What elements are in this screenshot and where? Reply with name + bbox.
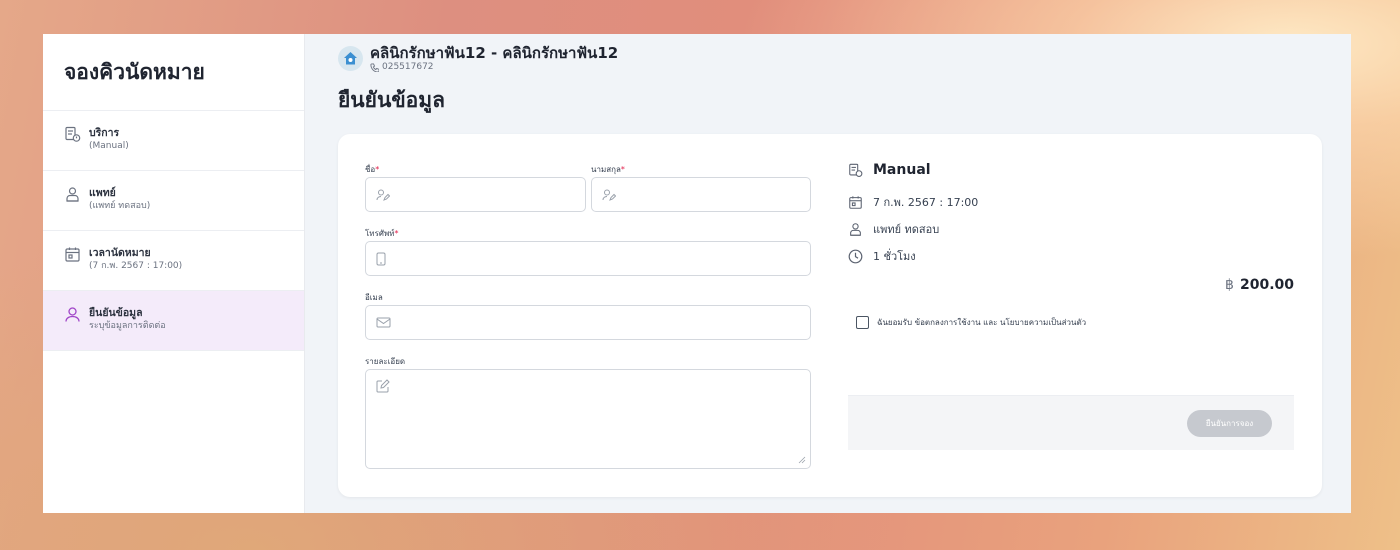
detail-textarea[interactable] [365, 369, 811, 469]
main-content: คลินิกรักษาฟัน12 - คลินิกรักษาฟัน12 0255… [305, 34, 1351, 513]
service-icon [848, 163, 863, 178]
first-name-label: ชื่อ* [365, 165, 380, 174]
email-label: อีเมล [365, 293, 383, 302]
agreement-row: ฉันยอมรับ ข้อตกลงการใช้งาน และ นโยบายควา… [856, 316, 1086, 329]
clinic-name: คลินิกรักษาฟัน12 - คลินิกรักษาฟัน12 [370, 44, 619, 62]
agree-checkbox[interactable] [856, 316, 869, 329]
page-title: ยืนยันข้อมูล [338, 88, 445, 112]
calendar-icon [64, 246, 81, 263]
last-name-field[interactable] [591, 177, 811, 212]
user-edit-icon [602, 189, 616, 201]
step-label: บริการ [89, 127, 120, 139]
summary-footer: ยืนยันการจอง [848, 395, 1294, 450]
summary-duration-text: 1 ชั่วโมง [873, 250, 916, 263]
summary-doctor: แพทย์ ทดสอบ [848, 220, 939, 238]
first-name-field[interactable] [365, 177, 586, 212]
step-sub: (แพทย์ ทดสอบ) [89, 201, 151, 211]
email-field[interactable] [365, 305, 811, 340]
clinic-phone: 025517672 [370, 62, 618, 73]
step-label: เวลานัดหมาย [89, 247, 151, 259]
confirm-booking-button[interactable]: ยืนยันการจอง [1187, 410, 1272, 437]
sidebar: จองคิวนัดหมาย บริการ (Manual) แพทย์ (แพท… [43, 34, 305, 513]
summary-datetime-text: 7 ก.พ. 2567 : 17:00 [873, 196, 979, 209]
mail-icon [376, 317, 391, 328]
summary-price: ฿ 200.00 [1225, 277, 1294, 293]
phone-label: โทรศัพท์* [365, 229, 399, 238]
summary-doctor-text: แพทย์ ทดสอบ [873, 223, 940, 236]
edit-icon [376, 379, 390, 393]
service-icon [64, 126, 81, 143]
sidebar-step-doctor[interactable]: แพทย์ (แพทย์ ทดสอบ) [43, 171, 304, 231]
summary-duration: 1 ชั่วโมง [848, 247, 916, 265]
agreement-text: ฉันยอมรับ ข้อตกลงการใช้งาน และ นโยบายควา… [877, 318, 1087, 327]
summary-service-name: Manual [873, 162, 931, 178]
sidebar-step-time[interactable]: เวลานัดหมาย (7 ก.พ. 2567 : 17:00) [43, 231, 304, 291]
price-value: 200.00 [1239, 277, 1294, 293]
doctor-icon [64, 186, 81, 203]
clock-icon [848, 249, 863, 264]
doctor-icon [848, 222, 863, 237]
mobile-icon [376, 252, 386, 265]
phone-field[interactable] [365, 241, 811, 276]
user-edit-icon [376, 189, 390, 201]
calendar-icon [848, 195, 863, 210]
step-sub: (7 ก.พ. 2567 : 17:00) [89, 261, 183, 271]
user-icon [64, 306, 81, 323]
summary-service: Manual [848, 162, 931, 178]
last-name-label: นามสกุล* [591, 165, 625, 174]
currency-symbol: ฿ [1225, 277, 1234, 293]
detail-label: รายละเอียด [365, 357, 406, 366]
step-sub: (Manual) [89, 141, 129, 151]
step-sub: ระบุข้อมูลการติดต่อ [89, 321, 166, 331]
summary-datetime: 7 ก.พ. 2567 : 17:00 [848, 193, 978, 211]
step-label: ยืนยันข้อมูล [89, 307, 143, 319]
clinic-phone-number: 025517672 [382, 62, 434, 72]
step-label: แพทย์ [89, 187, 116, 199]
booking-app: จองคิวนัดหมาย บริการ (Manual) แพทย์ (แพท… [43, 34, 1351, 513]
phone-icon [370, 63, 379, 72]
clinic-logo-icon [338, 46, 363, 71]
resize-handle-icon[interactable] [798, 456, 806, 464]
clinic-header: คลินิกรักษาฟัน12 - คลินิกรักษาฟัน12 0255… [338, 44, 618, 73]
form-card: ชื่อ* นามสกุล* โทรศัพท์* อีเมล รายละเอีย… [338, 134, 1322, 497]
sidebar-step-service[interactable]: บริการ (Manual) [43, 111, 304, 171]
sidebar-title: จองคิวนัดหมาย [43, 34, 304, 111]
sidebar-step-confirm[interactable]: ยืนยันข้อมูล ระบุข้อมูลการติดต่อ [43, 291, 304, 351]
